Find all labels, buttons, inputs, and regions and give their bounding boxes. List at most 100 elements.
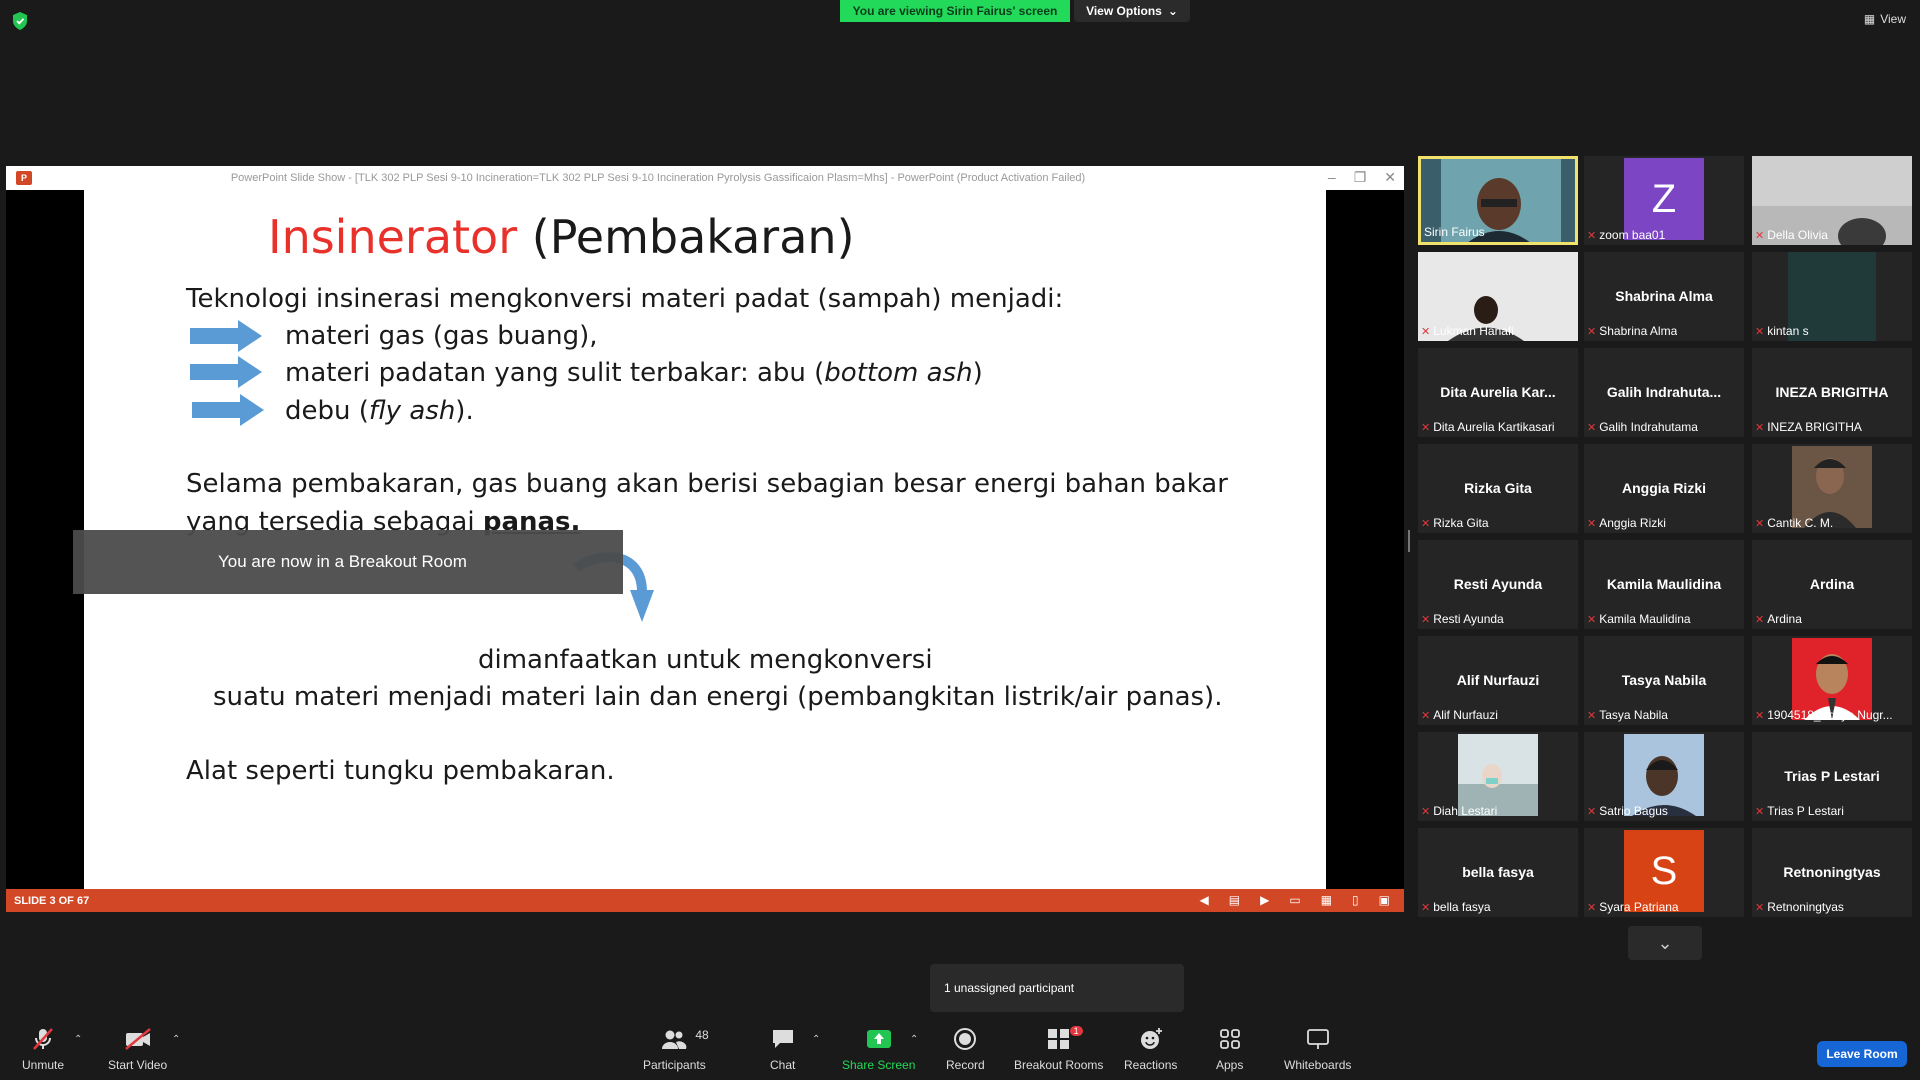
participant-name: Rizka Gita [1433, 516, 1489, 530]
minimize-icon[interactable]: – [1328, 169, 1336, 186]
share-screen-label: Share Screen [842, 1058, 916, 1072]
participant-tile[interactable]: ✕ Satrio Bagus [1584, 732, 1744, 821]
participant-tile[interactable]: Shabrina Alma ✕ Shabrina Alma [1584, 252, 1744, 341]
normal-view-icon[interactable]: ▭ [1289, 893, 1300, 907]
participant-tile[interactable]: Ardina ✕ Ardina [1752, 540, 1912, 629]
breakout-rooms-button[interactable]: 1 Breakout Rooms [1014, 1026, 1103, 1072]
view-button[interactable]: ▦ View [1864, 12, 1906, 26]
chat-options-caret[interactable]: ⌃ [812, 1034, 820, 1045]
participant-name: Satrio Bagus [1599, 804, 1668, 818]
bullet2-italic: bottom ash [824, 358, 973, 388]
participant-display-name: Alif Nurfauzi [1456, 672, 1540, 688]
participant-name: Sirin Fairus [1424, 225, 1485, 239]
participant-tile[interactable]: S ✕ Syara Patriana [1584, 828, 1744, 917]
close-icon[interactable]: ✕ [1384, 169, 1396, 186]
reading-view-icon[interactable]: ▯ [1352, 893, 1359, 907]
shared-screen[interactable]: P PowerPoint Slide Show - [TLK 302 PLP S… [6, 166, 1404, 912]
mic-off-icon [31, 1026, 55, 1052]
participant-tile[interactable]: bella fasya ✕ bella fasya [1418, 828, 1578, 917]
share-screen-button[interactable]: Share Screen [842, 1026, 915, 1072]
participant-display-name: Retnoningtyas [1783, 864, 1881, 880]
participant-name: Anggia Rizki [1599, 516, 1666, 530]
reactions-button[interactable]: Reactions [1124, 1026, 1177, 1072]
participant-name-label: ✕ Alif Nurfauzi [1421, 708, 1498, 722]
start-video-button[interactable]: Start Video [108, 1026, 167, 1072]
mic-muted-icon: ✕ [1755, 805, 1765, 818]
slide-sorter-icon[interactable]: ▦ [1321, 893, 1332, 907]
view-options-button[interactable]: View Options ⌄ [1074, 0, 1190, 22]
video-options-caret[interactable]: ⌃ [172, 1034, 180, 1045]
panel-divider[interactable] [1408, 530, 1410, 552]
participant-tile[interactable]: ✕ Cantik C. M. [1752, 444, 1912, 533]
participant-name-label: ✕ INEZA BRIGITHA [1755, 420, 1862, 434]
breakout-rooms-badge: 1 [1069, 1026, 1083, 1036]
participant-tile[interactable]: ✕ kintan s [1752, 252, 1912, 341]
participant-tile[interactable]: Alif Nurfauzi ✕ Alif Nurfauzi [1418, 636, 1578, 725]
participant-tile[interactable]: ✕ 1904518_Aditya Nugr... [1752, 636, 1912, 725]
slide-para3-line2: suatu materi menjadi materi lain dan ene… [213, 682, 1223, 712]
gallery-next-page-button[interactable]: ⌄ [1628, 926, 1702, 960]
mic-muted-icon: ✕ [1587, 325, 1597, 338]
participant-tile[interactable]: ✕ Della Olivia [1752, 156, 1912, 245]
mic-muted-icon: ✕ [1587, 805, 1597, 818]
participant-tile[interactable]: Kamila Maulidina ✕ Kamila Maulidina [1584, 540, 1744, 629]
participant-tile[interactable]: Sirin Fairus [1418, 156, 1578, 245]
notes-icon[interactable]: ▤ [1229, 893, 1240, 907]
record-button[interactable]: Record [946, 1026, 985, 1072]
whiteboard-icon [1306, 1026, 1330, 1052]
whiteboards-button[interactable]: Whiteboards [1284, 1026, 1351, 1072]
participant-name-label: ✕ Della Olivia [1755, 228, 1828, 242]
participant-name: Shabrina Alma [1599, 324, 1678, 338]
reactions-label: Reactions [1124, 1058, 1178, 1072]
restore-icon[interactable]: ❐ [1354, 169, 1367, 186]
shield-icon[interactable] [12, 12, 28, 30]
mic-muted-icon: ✕ [1755, 421, 1765, 434]
unmute-label: Unmute [22, 1058, 65, 1072]
mic-muted-icon: ✕ [1755, 901, 1765, 914]
participant-name-label: ✕ zoom baa01 [1587, 228, 1665, 242]
participant-display-name: Tasya Nabila [1621, 672, 1707, 688]
chat-button[interactable]: Chat [770, 1026, 795, 1072]
share-options-caret[interactable]: ⌃ [910, 1034, 918, 1045]
participant-tile[interactable]: Resti Ayunda ✕ Resti Ayunda [1418, 540, 1578, 629]
slideshow-icon[interactable]: ▣ [1379, 893, 1390, 907]
unmute-button[interactable]: Unmute [22, 1026, 64, 1072]
participants-button[interactable]: 48 Participants [643, 1026, 709, 1072]
mic-muted-icon: ✕ [1421, 613, 1431, 626]
participant-name-label: ✕ bella fasya [1421, 900, 1491, 914]
participant-tile[interactable]: INEZA BRIGITHA ✕ INEZA BRIGITHA [1752, 348, 1912, 437]
participant-tile[interactable]: Retnoningtyas ✕ Retnoningtyas [1752, 828, 1912, 917]
participant-name-label: ✕ Diah Lestari [1421, 804, 1497, 818]
leave-room-button[interactable]: Leave Room [1817, 1041, 1907, 1067]
participant-tile[interactable]: Dita Aurelia Kar... ✕ Dita Aurelia Kartika… [1418, 348, 1578, 437]
participant-display-name: Rizka Gita [1464, 480, 1532, 496]
next-slide-icon[interactable]: ▶ [1260, 893, 1269, 907]
participant-tile[interactable]: Rizka Gita ✕ Rizka Gita [1418, 444, 1578, 533]
participant-name-label: ✕ Cantik C. M. [1755, 516, 1833, 530]
ppt-window-title: PowerPoint Slide Show - [TLK 302 PLP Ses… [230, 172, 1086, 184]
participant-name: Dita Aurelia Kartikasari [1433, 420, 1555, 434]
participant-name: Cantik C. M. [1767, 516, 1834, 530]
participant-name: Alif Nurfauzi [1433, 708, 1498, 722]
viewing-banner: You are viewing Sirin Fairus' screen [840, 0, 1070, 22]
audio-options-caret[interactable]: ⌃ [74, 1034, 82, 1045]
previous-slide-icon[interactable]: ◀ [1200, 893, 1209, 907]
mic-muted-icon: ✕ [1755, 709, 1765, 722]
mic-muted-icon: ✕ [1421, 901, 1431, 914]
chevron-down-icon: ⌄ [1657, 932, 1673, 953]
participant-tile[interactable]: ✕ Lukman Hanafi [1418, 252, 1578, 341]
participant-tile[interactable]: Anggia Rizki ✕ Anggia Rizki [1584, 444, 1744, 533]
participant-tile[interactable]: Z ✕ zoom baa01 [1584, 156, 1744, 245]
participant-tile[interactable]: Galih Indrahuta... ✕ Galih Indrahutama [1584, 348, 1744, 437]
participant-tile[interactable]: ✕ Diah Lestari [1418, 732, 1578, 821]
participant-tile[interactable]: Trias P Lestari ✕ Trias P Lestari [1752, 732, 1912, 821]
reactions-icon [1139, 1026, 1163, 1052]
grid-icon: ▦ [1863, 12, 1876, 26]
mic-muted-icon: ✕ [1755, 325, 1765, 338]
participant-tile[interactable]: Tasya Nabila ✕ Tasya Nabila [1584, 636, 1744, 725]
breakout-rooms-icon: 1 [1047, 1026, 1083, 1052]
mic-muted-icon: ✕ [1421, 421, 1431, 434]
participant-name-label: ✕ kintan s [1755, 324, 1809, 338]
participant-name: Kamila Maulidina [1599, 612, 1691, 626]
apps-button[interactable]: Apps [1216, 1026, 1243, 1072]
